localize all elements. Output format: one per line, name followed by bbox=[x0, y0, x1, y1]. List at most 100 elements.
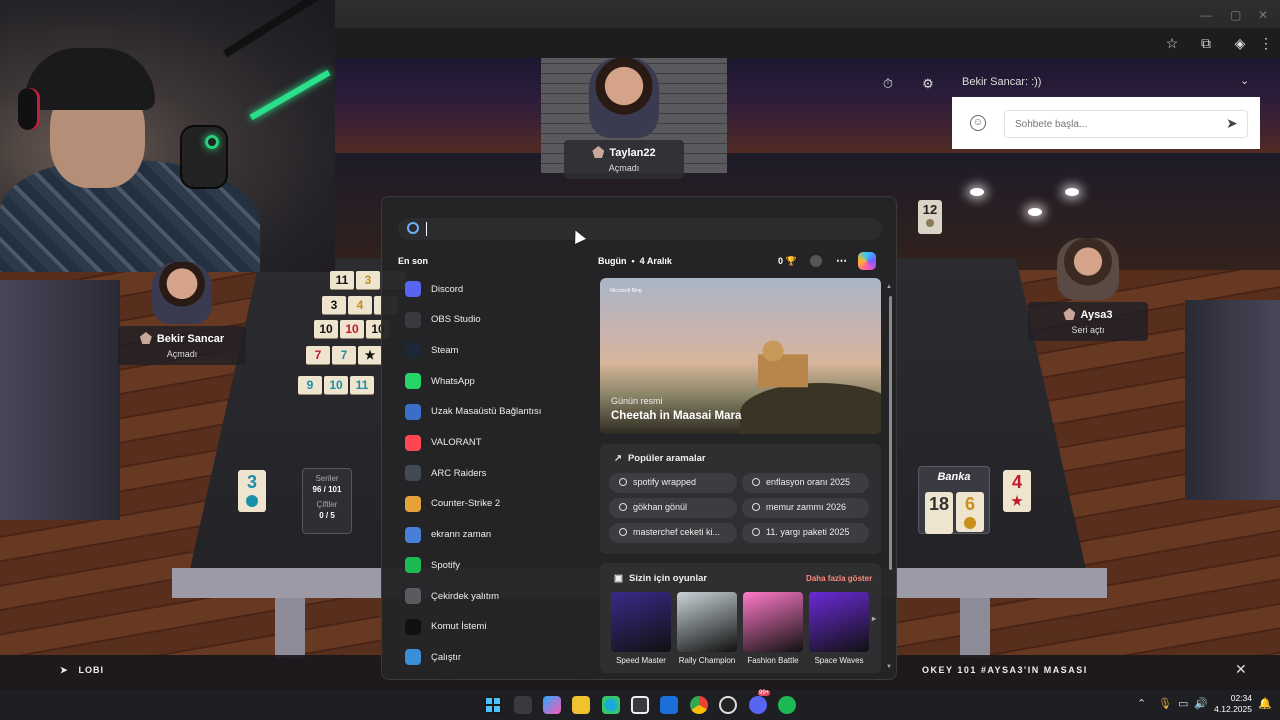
game-thumbnail[interactable] bbox=[611, 592, 671, 652]
tile-dot-icon bbox=[246, 495, 258, 507]
app-item[interactable]: Komut İstemi bbox=[401, 615, 591, 639]
browser-toolbar bbox=[335, 28, 1280, 58]
profile-icon[interactable]: ◈ bbox=[1232, 35, 1248, 51]
rack-tile[interactable]: 7 bbox=[306, 346, 330, 364]
app-item[interactable]: Counter-Strike 2 bbox=[401, 492, 591, 516]
app-item[interactable]: WhatsApp bbox=[401, 369, 591, 393]
rewards-points[interactable]: 0 🏆 bbox=[778, 256, 797, 267]
scrollbar-thumb[interactable] bbox=[889, 296, 892, 570]
valorant-icon bbox=[405, 434, 421, 451]
steam-icon bbox=[405, 342, 421, 359]
app-label: Çekirdek yalıtım bbox=[431, 590, 500, 602]
rank-badge-icon bbox=[1063, 308, 1076, 320]
network-icon[interactable]: ▭ bbox=[1178, 697, 1188, 710]
chrome-icon[interactable] bbox=[690, 696, 708, 714]
profile-avatar[interactable] bbox=[810, 255, 822, 267]
popular-search-chip[interactable]: enflasyon oranı 2025 bbox=[742, 473, 869, 493]
search-icon bbox=[407, 222, 419, 234]
game-thumbnail[interactable] bbox=[677, 592, 737, 652]
game-thumbnail[interactable] bbox=[809, 592, 869, 652]
start-button[interactable] bbox=[484, 696, 502, 714]
remaining-tiles-counter: 12 bbox=[918, 200, 942, 234]
rack-tile[interactable]: 7 bbox=[332, 346, 356, 364]
window-close-icon[interactable]: ✕ bbox=[1258, 8, 1268, 22]
rack-tile[interactable]: 10 bbox=[314, 320, 338, 338]
lobby-label: LOBI bbox=[78, 665, 105, 675]
bing-logo: Microsoft Bing bbox=[610, 288, 642, 294]
tray-overflow-icon[interactable]: ⌃ bbox=[1137, 697, 1146, 710]
app-item[interactable]: VALORANT bbox=[401, 431, 591, 455]
search-input[interactable] bbox=[398, 218, 882, 240]
rack-tile[interactable]: 10 bbox=[340, 320, 364, 338]
spotify-taskbar-icon[interactable] bbox=[778, 696, 796, 714]
mail-icon[interactable] bbox=[660, 696, 678, 714]
clock[interactable]: 02:34 4.12.2025 bbox=[1206, 693, 1252, 715]
popular-search-chip[interactable]: masterchef ceketi ki... bbox=[609, 523, 737, 543]
timer-icon[interactable]: ⏱ bbox=[880, 76, 896, 92]
game-thumbnail[interactable] bbox=[743, 592, 803, 652]
counter-strike-icon bbox=[405, 495, 421, 512]
show-more-link[interactable]: Daha fazla göster bbox=[806, 574, 872, 583]
avatar bbox=[152, 262, 212, 324]
close-icon[interactable]: ✕ bbox=[1235, 661, 1247, 678]
rack-tile[interactable]: 3 bbox=[356, 271, 380, 289]
send-icon[interactable]: ➤ bbox=[1226, 115, 1238, 132]
rack-tile[interactable]: 3 bbox=[322, 296, 346, 314]
mic-ring-light bbox=[205, 135, 219, 149]
webcam-overlay bbox=[0, 0, 335, 272]
rack-tile[interactable]: 11 bbox=[350, 376, 374, 394]
task-view-icon[interactable] bbox=[514, 696, 532, 714]
app-item[interactable]: Spotify bbox=[401, 553, 591, 577]
app-item[interactable]: Steam bbox=[401, 338, 591, 362]
widgets-icon[interactable] bbox=[543, 696, 561, 714]
picture-of-the-day-card[interactable]: Microsoft Bing Günün resmi Cheetah in Ma… bbox=[600, 278, 881, 434]
lobby-button[interactable]: ➤ LOBI bbox=[60, 665, 104, 676]
scroll-up-icon[interactable]: ▲ bbox=[886, 284, 892, 290]
browser-menu-icon[interactable]: ⋮ bbox=[1258, 35, 1274, 51]
popular-search-chip[interactable]: memur zammı 2026 bbox=[742, 498, 869, 518]
app-item[interactable]: OBS Studio bbox=[401, 308, 591, 332]
extensions-icon[interactable]: ⧉ bbox=[1198, 35, 1214, 51]
carousel-next-icon[interactable]: ▸ bbox=[872, 614, 876, 623]
file-explorer-icon[interactable] bbox=[572, 696, 590, 714]
rack-tile[interactable]: 4 bbox=[348, 296, 372, 314]
arc-raiders-icon bbox=[405, 465, 421, 482]
rack-tile[interactable]: 10 bbox=[324, 376, 348, 394]
app-item[interactable]: Çalıştır bbox=[401, 645, 591, 669]
discord-taskbar-icon[interactable]: 99+ bbox=[749, 690, 771, 714]
player-plate: Bekir Sancar Açmadı bbox=[118, 326, 246, 365]
microphone-icon[interactable]: 🎙 bbox=[1158, 697, 1172, 710]
rack-tile[interactable]: 11 bbox=[330, 271, 354, 289]
ceiling-lamp bbox=[1028, 208, 1042, 216]
settings-gear-icon[interactable]: ⚙ bbox=[920, 76, 936, 92]
app-item[interactable]: Uzak Masaüstü Bağlantısı bbox=[401, 400, 591, 424]
bookmark-star-icon[interactable]: ☆ bbox=[1164, 35, 1180, 51]
app-item[interactable]: Discord bbox=[401, 277, 591, 301]
minimize-icon[interactable]: — bbox=[1200, 8, 1212, 22]
steam-taskbar-icon[interactable] bbox=[719, 696, 737, 714]
search-icon bbox=[619, 478, 627, 486]
more-options-icon[interactable]: ⋯ bbox=[836, 254, 847, 267]
maximize-icon[interactable]: ▢ bbox=[1230, 8, 1241, 22]
chat-input[interactable] bbox=[1004, 110, 1248, 138]
copilot-icon[interactable] bbox=[858, 252, 876, 270]
app-label: Uzak Masaüstü Bağlantısı bbox=[431, 406, 542, 418]
app-item[interactable]: Çekirdek yalıtım bbox=[401, 584, 591, 608]
edge-icon[interactable] bbox=[602, 696, 620, 714]
emoji-icon[interactable]: ☺ bbox=[970, 115, 986, 131]
obs-icon bbox=[405, 311, 421, 328]
rack-tile[interactable]: ★ bbox=[358, 346, 382, 364]
rack-tile[interactable]: 9 bbox=[298, 376, 322, 394]
scroll-down-icon[interactable]: ▼ bbox=[886, 664, 892, 670]
popular-search-chip[interactable]: 11. yargı paketi 2025 bbox=[742, 523, 869, 543]
chevron-down-icon[interactable]: ⌄ bbox=[1240, 74, 1249, 87]
notifications-icon[interactable]: 🔔 bbox=[1258, 697, 1272, 710]
app-item[interactable]: ekrann zaman bbox=[401, 523, 591, 547]
popular-search-chip[interactable]: gökhan gönül bbox=[609, 498, 737, 518]
store-icon[interactable] bbox=[631, 696, 649, 714]
cmd-icon bbox=[405, 618, 421, 635]
app-item[interactable]: ARC Raiders bbox=[401, 461, 591, 485]
right-sofa bbox=[1185, 300, 1280, 500]
chat-header[interactable]: Bekir Sancar: :)) bbox=[952, 70, 1260, 96]
popular-search-chip[interactable]: spotify wrapped bbox=[609, 473, 737, 493]
